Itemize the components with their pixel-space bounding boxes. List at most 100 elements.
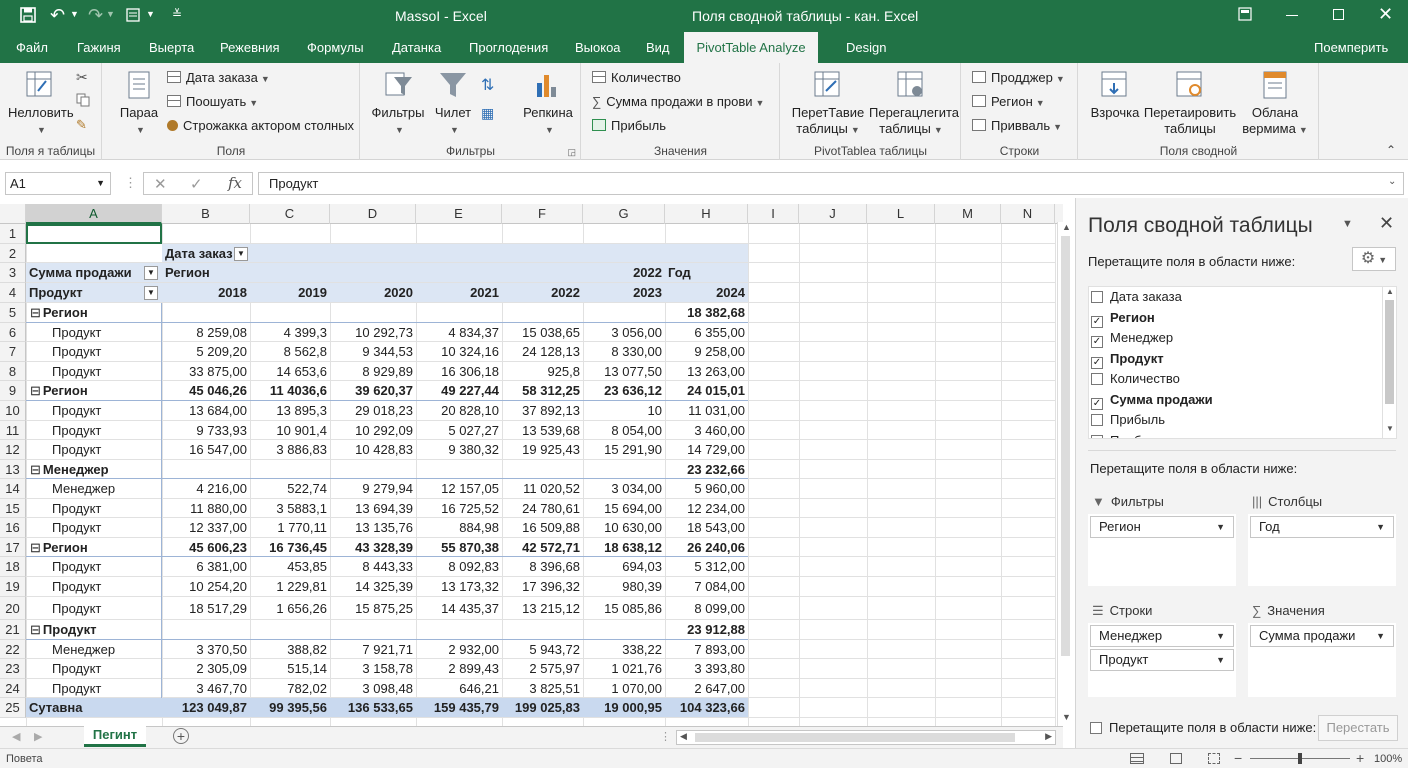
column-header[interactable]: C <box>250 204 330 224</box>
grand-total-label[interactable]: Сутавна <box>26 698 162 718</box>
year-header[interactable]: 2024 <box>665 283 748 303</box>
field-item[interactable]: ✓ Сумма продажи <box>1091 390 1213 410</box>
zoom-thumb[interactable] <box>1298 753 1302 764</box>
value-cell[interactable]: 42 572,71 <box>502 538 583 557</box>
tab-file[interactable]: Файл <box>16 32 48 63</box>
value-cell[interactable]: 10 292,09 <box>330 421 416 440</box>
value-cell[interactable]: 16 736,45 <box>250 538 330 557</box>
profit-button[interactable]: Прибыль <box>592 116 666 136</box>
value-cell[interactable] <box>416 303 502 323</box>
value-cell[interactable]: 39 620,37 <box>330 381 416 401</box>
scroll-right-icon[interactable]: ▶ <box>1045 731 1052 742</box>
value-cell[interactable] <box>250 460 330 479</box>
value-cell[interactable]: 13 135,76 <box>330 518 416 538</box>
year-header[interactable]: 2023 <box>583 283 665 303</box>
enter-icon[interactable]: ✓ <box>190 175 203 193</box>
column-header[interactable]: B <box>162 204 250 224</box>
tab-review[interactable]: Проглодения <box>469 32 548 63</box>
value-cell[interactable]: 1 229,81 <box>250 577 330 597</box>
tab-home[interactable]: Гажиня <box>77 32 121 63</box>
value-cell[interactable]: 16 547,00 <box>162 440 250 460</box>
page-break-icon[interactable] <box>1208 753 1220 764</box>
column-header[interactable]: H <box>665 204 748 224</box>
normal-view-icon[interactable] <box>1130 753 1144 764</box>
row-header[interactable]: 5 <box>0 303 26 323</box>
restore-icon[interactable] <box>1333 9 1344 20</box>
row-header[interactable]: 14 <box>0 479 26 499</box>
next-sheet-icon[interactable]: ▶ <box>34 730 42 743</box>
value-cell[interactable]: 4 216,00 <box>162 479 250 499</box>
row-label[interactable]: Продукт <box>26 342 162 362</box>
value-cell[interactable]: 782,02 <box>250 679 330 698</box>
row-label[interactable]: Продукт <box>26 659 162 679</box>
value-cell[interactable]: 13 539,68 <box>502 421 583 440</box>
tab-developer[interactable]: Выокоа <box>575 32 621 63</box>
prev-sheet-icon[interactable]: ◀ <box>12 730 20 743</box>
vscroll-thumb[interactable] <box>1061 236 1070 656</box>
collapse-icon[interactable]: ⊟ <box>30 462 41 477</box>
panel-close-icon[interactable]: ✕ <box>1379 213 1394 234</box>
value-cell[interactable]: 5 943,72 <box>502 640 583 659</box>
field-checkbox[interactable]: ✓ <box>1091 315 1103 328</box>
value-cell[interactable]: 3 098,48 <box>330 679 416 698</box>
value-cell[interactable]: 14 653,6 <box>250 362 330 381</box>
value-cell[interactable]: 15 291,90 <box>583 440 665 460</box>
value-cell[interactable]: 12 337,00 <box>162 518 250 538</box>
scroll-left-icon[interactable]: ◀ <box>680 731 687 742</box>
value-cell[interactable]: 33 875,00 <box>162 362 250 381</box>
value-cell[interactable]: 15 038,65 <box>502 323 583 342</box>
value-cell[interactable]: 10 901,4 <box>250 421 330 440</box>
value-cell[interactable] <box>502 460 583 479</box>
name-box[interactable]: A1 ▼ <box>5 172 111 195</box>
undo-dropdown-icon[interactable]: ▼ <box>70 9 79 19</box>
field-item[interactable]: Количество <box>1091 369 1180 389</box>
value-cell[interactable]: 5 960,00 <box>665 479 748 499</box>
column-header[interactable]: I <box>748 204 799 224</box>
field-item[interactable]: ✓ Менеджер <box>1091 328 1173 348</box>
value-cell[interactable]: 8 330,00 <box>583 342 665 362</box>
value-cell[interactable]: 8 259,08 <box>162 323 250 342</box>
value-cell[interactable]: 9 733,93 <box>162 421 250 440</box>
scroll-down-icon[interactable]: ▼ <box>1386 424 1394 433</box>
value-cell[interactable]: 2 647,00 <box>665 679 748 698</box>
value-cell[interactable]: 925,8 <box>502 362 583 381</box>
value-cell[interactable]: 2 932,00 <box>416 640 502 659</box>
row-header[interactable]: 12 <box>0 440 26 460</box>
tab-insert[interactable]: Выерта <box>149 32 194 63</box>
defer-checkbox[interactable] <box>1090 722 1102 734</box>
row-header[interactable]: 24 <box>0 679 26 698</box>
add-sheet-icon[interactable]: + <box>173 728 189 744</box>
value-cell[interactable]: 18 638,12 <box>583 538 665 557</box>
value-cell[interactable] <box>502 620 583 640</box>
value-cell[interactable]: 5 312,00 <box>665 557 748 577</box>
value-cell[interactable]: 19 925,43 <box>502 440 583 460</box>
column-header[interactable]: A <box>26 204 162 224</box>
column-header[interactable]: F <box>502 204 583 224</box>
save-icon[interactable] <box>20 7 36 23</box>
value-cell[interactable]: 13 077,50 <box>583 362 665 381</box>
recalc-pivot-button[interactable]: Перегацлегита таблицы ▼ <box>869 69 959 138</box>
collapse-ribbon-icon[interactable]: ⌃ <box>1386 143 1396 157</box>
year-header[interactable]: 2019 <box>250 283 330 303</box>
row-header[interactable]: 22 <box>0 640 26 659</box>
value-cell[interactable]: 10 324,16 <box>416 342 502 362</box>
value-cell[interactable]: 24 015,01 <box>665 381 748 401</box>
expand-button[interactable]: Поошуать ▼ <box>167 92 258 112</box>
row-header[interactable]: 7 <box>0 342 26 362</box>
sheet-tab-active[interactable]: Пегинт <box>84 726 146 747</box>
value-cell[interactable]: 19 000,95 <box>583 698 665 718</box>
value-cell[interactable] <box>250 303 330 323</box>
row-header[interactable]: 6 <box>0 323 26 342</box>
column-header[interactable]: E <box>416 204 502 224</box>
area-button[interactable]: Облана вермима ▼ <box>1239 69 1311 138</box>
params-button[interactable]: Параа ▼ <box>113 69 165 138</box>
row-header[interactable]: 20 <box>0 597 26 620</box>
value-cell[interactable]: 10 428,83 <box>330 440 416 460</box>
panel-options-icon[interactable]: ▼ <box>1342 218 1353 230</box>
column-header[interactable]: M <box>935 204 1001 224</box>
share-button[interactable]: Поемперить <box>1314 32 1388 63</box>
move-pivot-button[interactable]: ПеретТавие таблицы ▼ <box>789 69 867 138</box>
attach-button[interactable]: Привваль ▼ <box>972 116 1062 136</box>
row-label[interactable]: Продукт <box>26 597 162 620</box>
active-cell[interactable] <box>26 224 162 244</box>
